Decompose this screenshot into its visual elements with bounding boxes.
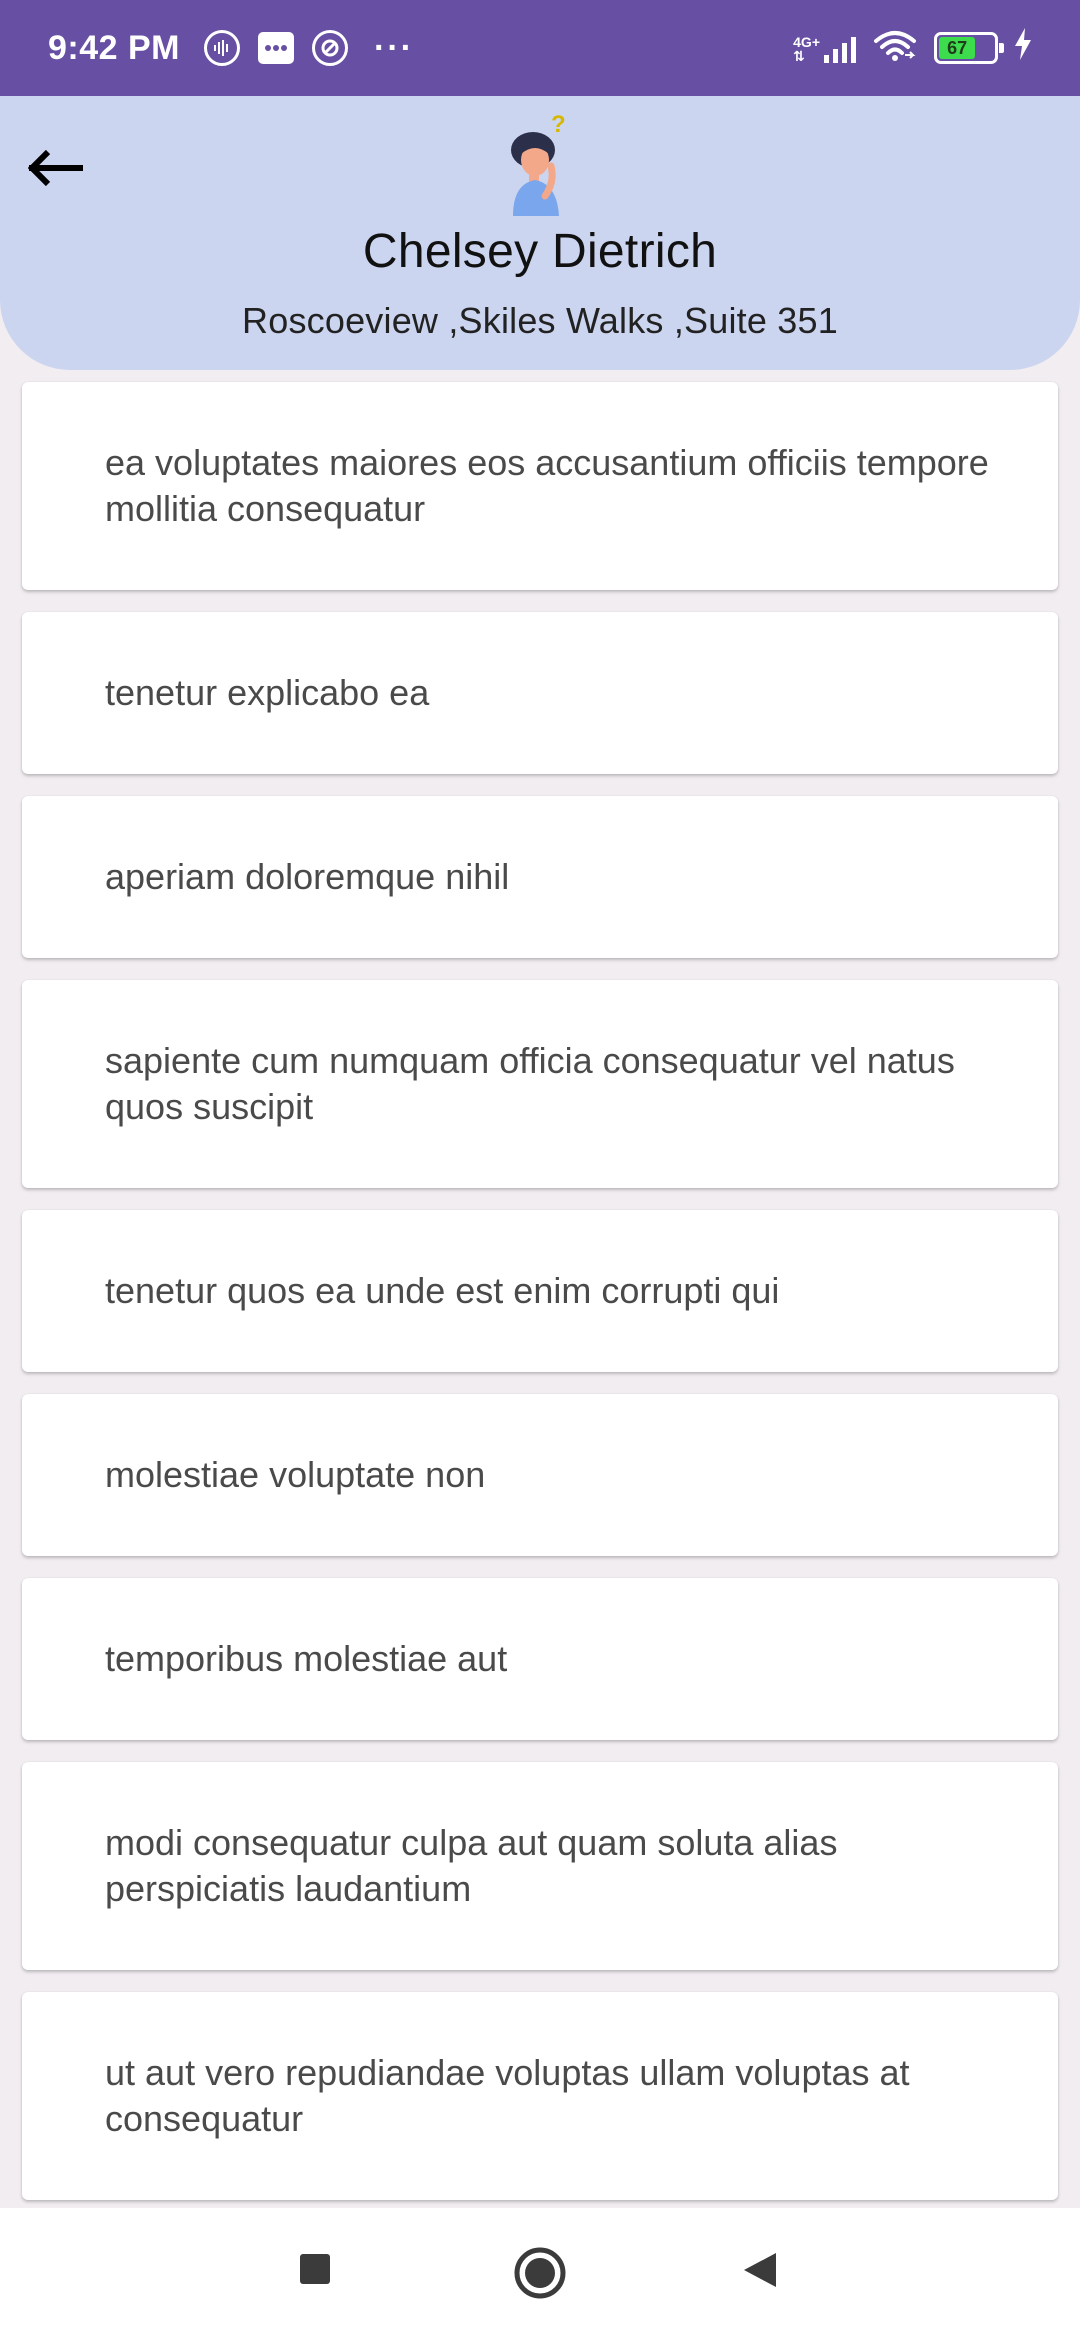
data-saver-icon (312, 30, 348, 66)
list-item-text: ea voluptates maiores eos accusantium of… (105, 442, 989, 529)
circle-icon (514, 2247, 566, 2299)
notification-icons: ··· (204, 29, 414, 68)
list-item[interactable]: modi consequatur culpa aut quam soluta a… (22, 1762, 1058, 1970)
list-item[interactable]: ea voluptates maiores eos accusantium of… (22, 382, 1058, 590)
list-item[interactable]: tenetur quos ea unde est enim corrupti q… (22, 1210, 1058, 1372)
list-item[interactable]: molestiae voluptate non (22, 1394, 1058, 1556)
system-icons: 4G+ ⇅ 67 (793, 28, 1032, 68)
list-item[interactable]: aperiam doloremque nihil (22, 796, 1058, 958)
message-icon (258, 32, 294, 64)
audio-icon (204, 30, 240, 66)
charging-icon (1014, 28, 1032, 68)
list-item[interactable]: ut aut vero repudiandae voluptas ullam v… (22, 1992, 1058, 2200)
list-item-text: molestiae voluptate non (105, 1454, 486, 1495)
square-icon (300, 2254, 330, 2284)
battery-level: 67 (939, 37, 976, 59)
list-item[interactable]: tenetur explicabo ea (22, 612, 1058, 774)
signal-icon: 4G+ ⇅ (793, 33, 856, 63)
network-type-label: 4G+ (793, 34, 820, 50)
avatar: ? (505, 110, 575, 220)
list-item[interactable]: temporibus molestiae aut (22, 1578, 1058, 1740)
back-nav-button[interactable] (740, 2250, 780, 2290)
svg-text:?: ? (551, 111, 566, 138)
profile-name: Chelsey Dietrich (362, 225, 718, 278)
battery-icon: 67 (934, 32, 1004, 64)
recents-button[interactable] (298, 2252, 332, 2286)
item-list: ea voluptates maiores eos accusantium of… (22, 382, 1058, 2222)
list-item-text: temporibus molestiae aut (105, 1638, 508, 1679)
back-arrow-icon (28, 149, 83, 187)
list-item-text: ut aut vero repudiandae voluptas ullam v… (105, 2052, 910, 2139)
system-navigation-bar (0, 2208, 1080, 2340)
data-arrows-icon: ⇅ (793, 48, 805, 64)
status-time: 9:42 PM (48, 28, 180, 67)
list-item-text: modi consequatur culpa aut quam soluta a… (105, 1822, 838, 1909)
back-button[interactable] (26, 144, 86, 192)
triangle-back-icon (744, 2253, 776, 2287)
list-item-text: sapiente cum numquam officia consequatur… (105, 1040, 955, 1127)
wifi-icon (872, 29, 918, 68)
list-item[interactable]: sapiente cum numquam officia consequatur… (22, 980, 1058, 1188)
profile-address: Roscoeview ,Skiles Walks ,Suite 351 (242, 300, 838, 341)
signal-bars (824, 33, 856, 63)
more-notifications-indicator: ··· (374, 28, 414, 67)
home-button[interactable] (513, 2246, 567, 2300)
thinking-person-icon: ? (511, 111, 566, 216)
list-item-text: tenetur explicabo ea (105, 672, 430, 713)
list-item-text: aperiam doloremque nihil (105, 856, 510, 897)
list-item-text: tenetur quos ea unde est enim corrupti q… (105, 1270, 780, 1311)
status-bar: 9:42 PM ··· 4G+ ⇅ 67 (0, 0, 1080, 96)
profile-header: ? Chelsey Dietrich Roscoeview ,Skiles Wa… (0, 96, 1080, 370)
